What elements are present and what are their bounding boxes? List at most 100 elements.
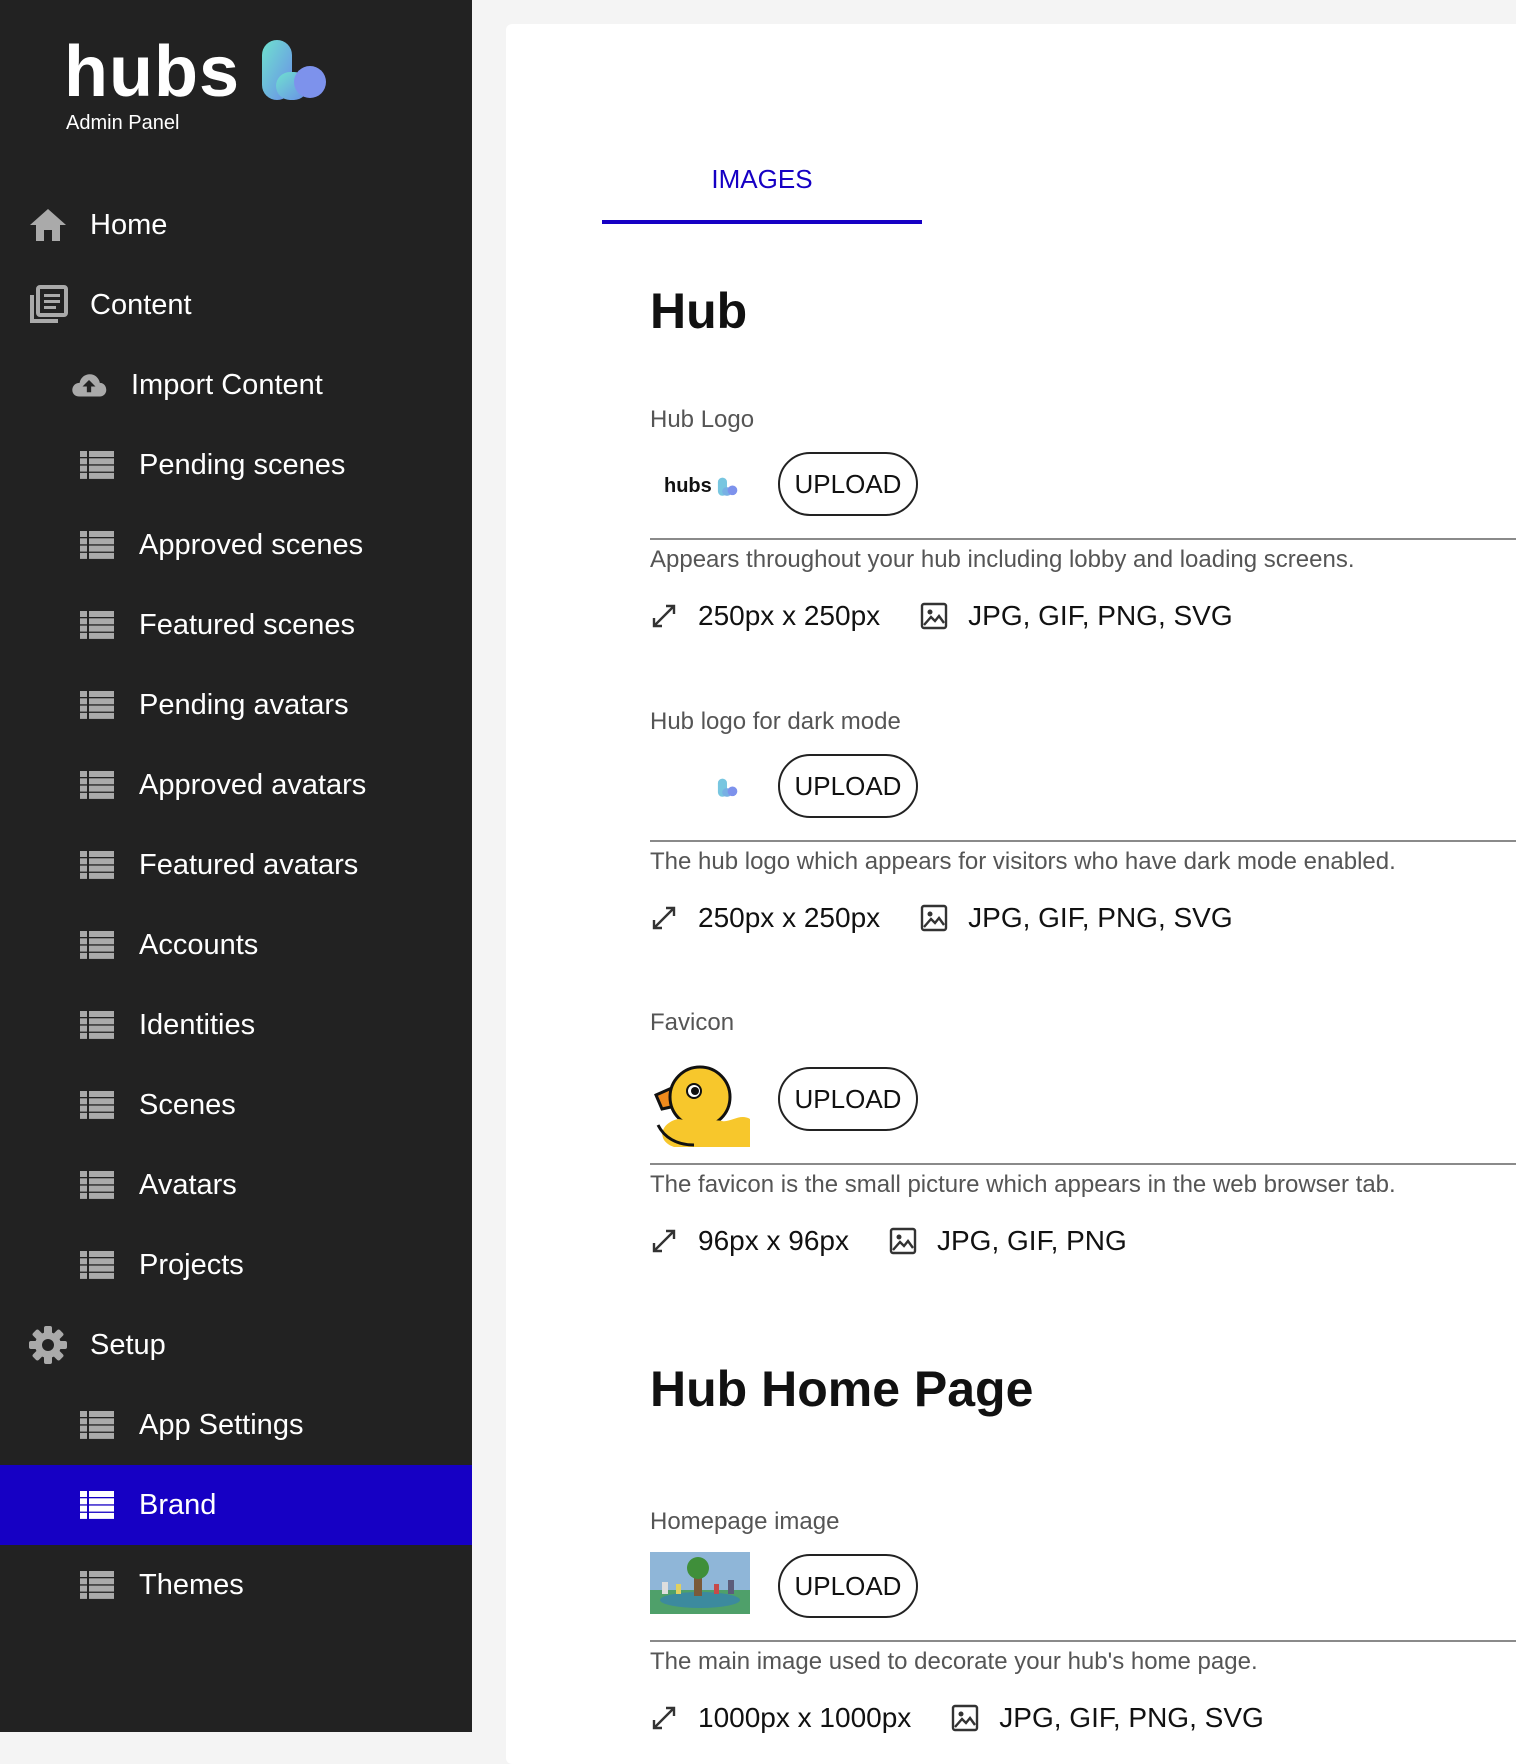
sidebar-item-label: Home [90, 208, 168, 241]
section-title-hub: Hub [650, 283, 748, 339]
sidebar-item-featured-scenes[interactable]: Featured scenes [0, 585, 472, 665]
field-description: The favicon is the small picture which a… [650, 1171, 1396, 1198]
field-homepage-image: Homepage image UPLOAD The main image use… [650, 1508, 1516, 1734]
sidebar-item-label: Projects [139, 1248, 244, 1281]
size-text: 96px x 96px [698, 1225, 849, 1256]
field-description: The hub logo which appears for visitors … [650, 848, 1396, 875]
upload-button[interactable]: UPLOAD [778, 1067, 918, 1131]
homepage-scene-image [650, 1552, 750, 1614]
sidebar-item-app-settings[interactable]: App Settings [0, 1385, 472, 1465]
sidebar-item-scenes[interactable]: Scenes [0, 1065, 472, 1145]
sidebar-item-label: Featured scenes [139, 608, 356, 641]
field-upload-row: UPLOAD [650, 742, 1516, 842]
sidebar-item-label: Featured avatars [139, 848, 359, 881]
sidebar-item-approved-avatars[interactable]: Approved avatars [0, 745, 472, 825]
sidebar-item-label: Pending scenes [139, 448, 346, 481]
duck-favicon-preview [650, 1061, 750, 1154]
list-icon [79, 524, 115, 566]
sidebar-item-label: Content [90, 288, 192, 321]
list-icon [79, 844, 115, 886]
library-icon [28, 284, 70, 326]
formats-text: JPG, GIF, PNG, SVG [968, 600, 1233, 631]
field-label: Homepage image [650, 1508, 840, 1535]
field-label: Favicon [650, 1009, 735, 1036]
field-upload-row: hubs UPLOAD [650, 440, 1516, 540]
field-description: Appears throughout your hub including lo… [650, 546, 1355, 573]
sidebar-item-brand[interactable]: Brand [0, 1465, 472, 1545]
size-text: 1000px x 1000px [698, 1702, 912, 1733]
tab-images[interactable]: IMAGES [602, 146, 922, 224]
list-icon [79, 1164, 115, 1206]
image-icon [889, 1225, 921, 1257]
image-icon [951, 1702, 983, 1734]
sidebar-nav: Home Content Import Content Pending scen… [0, 185, 472, 1625]
field-label: Hub logo for dark mode [650, 708, 901, 735]
list-icon [79, 1404, 115, 1446]
sidebar-item-pending-avatars[interactable]: Pending avatars [0, 665, 472, 745]
list-icon [79, 1244, 115, 1286]
sidebar-item-label: App Settings [139, 1408, 304, 1441]
field-requirements: 1000px x 1000px JPG, GIF, PNG, SVG [650, 1702, 1516, 1734]
sidebar-item-pending-scenes[interactable]: Pending scenes [0, 425, 472, 505]
section-title-hub-home-page: Hub Home Page [650, 1361, 1034, 1417]
upload-button[interactable]: UPLOAD [778, 452, 918, 516]
main-card: IMAGES Hub Hub Logo hubs UPLOAD Appears … [506, 24, 1516, 1764]
image-icon [920, 600, 952, 632]
sidebar-item-label: Pending avatars [139, 688, 349, 721]
hubs-logo[interactable]: hubs Admin Panel [64, 32, 326, 135]
formats-text: JPG, GIF, PNG [937, 1225, 1127, 1256]
home-icon [28, 204, 70, 246]
hubs-logo-icon [262, 40, 326, 100]
size-text: 250px x 250px [698, 902, 881, 933]
resize-icon [650, 1702, 682, 1734]
homepage-image-preview [650, 1552, 750, 1619]
preview-wordmark: hubs [664, 475, 712, 497]
sidebar-item-setup[interactable]: Setup [0, 1305, 472, 1385]
sidebar-item-label: Themes [139, 1568, 244, 1601]
field-hub-logo-dark: Hub logo for dark mode UPLOAD The hub lo… [650, 708, 1516, 934]
list-icon [79, 444, 115, 486]
upload-button[interactable]: UPLOAD [778, 754, 918, 818]
resize-icon [650, 902, 682, 934]
sidebar-item-accounts[interactable]: Accounts [0, 905, 472, 985]
list-icon [79, 1564, 115, 1606]
logo-wordmark: hubs [64, 32, 240, 112]
hub-logo-preview: hubs [650, 475, 738, 498]
sidebar-item-themes[interactable]: Themes [0, 1545, 472, 1625]
field-description: The main image used to decorate your hub… [650, 1648, 1258, 1675]
logo-subtitle: Admin Panel [66, 112, 180, 134]
sidebar-item-approved-scenes[interactable]: Approved scenes [0, 505, 472, 585]
list-icon [79, 604, 115, 646]
list-icon [79, 684, 115, 726]
sidebar-item-label: Accounts [139, 928, 259, 961]
sidebar-item-label: Scenes [139, 1088, 236, 1121]
sidebar-item-featured-avatars[interactable]: Featured avatars [0, 825, 472, 905]
sidebar-item-projects[interactable]: Projects [0, 1225, 472, 1305]
resize-icon [650, 600, 682, 632]
sidebar-item-avatars[interactable]: Avatars [0, 1145, 472, 1225]
hubs-logo-icon [717, 778, 738, 797]
sidebar-item-label: Avatars [139, 1168, 237, 1201]
field-favicon: Favicon UPLOAD The favicon is the small … [650, 1009, 1516, 1257]
sidebar-item-content[interactable]: Content [0, 265, 472, 345]
duck-icon [654, 1065, 750, 1147]
sidebar-item-label: Approved scenes [139, 528, 364, 561]
field-label: Hub Logo [650, 406, 755, 433]
sidebar-item-home[interactable]: Home [0, 185, 472, 265]
formats-text: JPG, GIF, PNG, SVG [968, 902, 1233, 933]
sidebar-item-identities[interactable]: Identities [0, 985, 472, 1065]
sidebar-item-label: Identities [139, 1008, 256, 1041]
resize-icon [650, 1225, 682, 1257]
sidebar-item-label: Brand [139, 1488, 217, 1521]
dark-logo-preview [716, 778, 738, 803]
upload-button[interactable]: UPLOAD [778, 1554, 918, 1618]
formats-text: JPG, GIF, PNG, SVG [999, 1702, 1264, 1733]
field-requirements: 250px x 250px JPG, GIF, PNG, SVG [650, 600, 1516, 632]
field-upload-row: UPLOAD [650, 1043, 1516, 1165]
list-icon [79, 764, 115, 806]
sidebar: hubs Admin Panel Home Content Import Con… [0, 0, 472, 1732]
sidebar-item-import-content[interactable]: Import Content [0, 345, 472, 425]
list-icon [79, 1484, 115, 1526]
hubs-logo-icon [717, 477, 738, 496]
image-icon [920, 902, 952, 934]
